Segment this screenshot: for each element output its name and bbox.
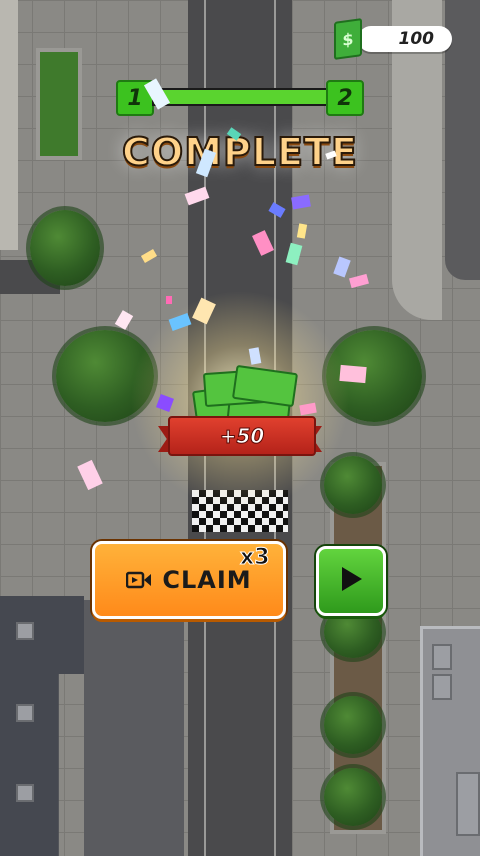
next-level-badge: 2: [326, 80, 364, 116]
claim-label: CLAIM: [162, 566, 252, 594]
reward-amount: +50: [219, 424, 265, 449]
reward-ribbon: +50: [168, 416, 316, 456]
next-level-button[interactable]: [316, 546, 386, 616]
roof-vent: [16, 704, 34, 722]
confetti-piece: [339, 364, 367, 384]
tree: [30, 210, 100, 286]
play-icon: [338, 565, 364, 597]
roof-vent: [16, 622, 34, 640]
money-counter: 100: [358, 26, 452, 52]
roof-vent: [16, 784, 34, 802]
claim-multiplier: x3: [240, 545, 270, 571]
roof-vent: [456, 772, 480, 836]
level-progress-track: [152, 88, 328, 106]
building-bottom-left-shadow: [84, 600, 184, 856]
current-level-number: 1: [127, 85, 143, 111]
roof-vent: [432, 674, 452, 700]
building-top-left: [0, 0, 18, 250]
level-progress-fill: [154, 90, 326, 104]
tree: [324, 696, 382, 754]
money-value: 100: [398, 29, 435, 49]
roof-vent: [432, 644, 452, 670]
video-camera-icon: [126, 571, 152, 589]
cash-icon: $: [334, 18, 362, 60]
confetti-piece: [166, 296, 172, 304]
tree: [324, 768, 382, 826]
next-level-number: 2: [337, 85, 353, 111]
complete-title: COMPLETE: [121, 129, 358, 175]
